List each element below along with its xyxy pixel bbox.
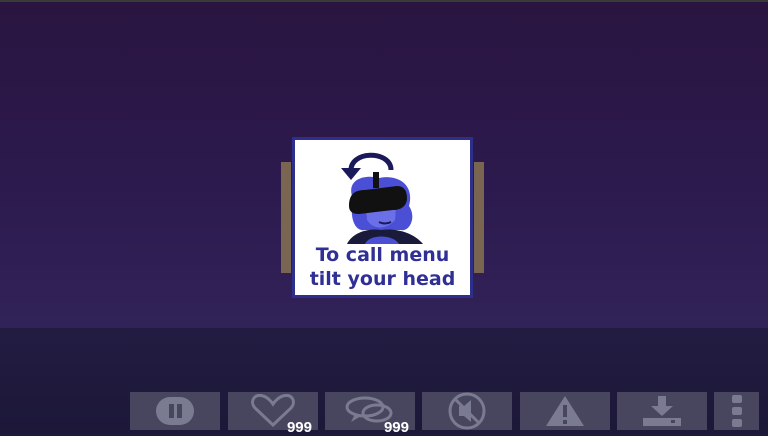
- comments-count: 999: [383, 419, 409, 436]
- vr-headset-person-illustration: [341, 152, 423, 244]
- panel-left-edge: [281, 162, 291, 273]
- warning-icon: [546, 396, 584, 426]
- download-icon: [643, 396, 681, 426]
- hint-text: To call menu tilt your head: [295, 243, 470, 291]
- pause-icon: [156, 397, 194, 425]
- mute-button[interactable]: [422, 392, 512, 430]
- comments-button[interactable]: 999: [325, 392, 415, 436]
- likes-count: 999: [286, 419, 312, 436]
- tilt-head-hint-card: To call menu tilt your head: [292, 137, 473, 298]
- panel-right-edge: [474, 162, 484, 273]
- speaker-muted-icon: [448, 392, 486, 430]
- report-button[interactable]: [520, 392, 610, 430]
- hint-line-2: tilt your head: [309, 268, 456, 290]
- more-button[interactable]: [714, 392, 759, 430]
- pause-button[interactable]: [130, 392, 220, 430]
- more-vertical-icon: [731, 395, 742, 427]
- hint-line-1: To call menu: [315, 244, 450, 266]
- like-button[interactable]: 999: [228, 392, 318, 436]
- download-button[interactable]: [617, 392, 707, 430]
